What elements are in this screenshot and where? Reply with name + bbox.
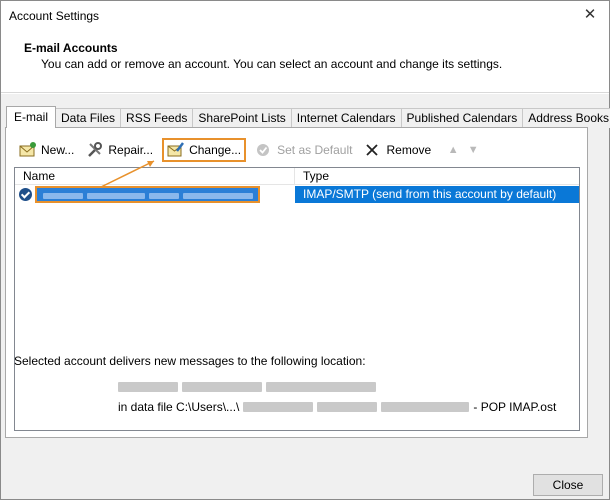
column-name-header[interactable]: Name xyxy=(15,168,295,185)
tab-bar: E-mail Data Files RSS Feeds SharePoint L… xyxy=(6,106,610,128)
title-bar: Account Settings ✕ xyxy=(1,1,609,31)
new-mail-icon xyxy=(19,141,37,159)
account-toolbar: New... Repair... Change... Set as Defaul… xyxy=(16,138,486,162)
remove-button[interactable]: Remove xyxy=(361,138,434,162)
data-file-redacted xyxy=(243,402,470,412)
list-header: Name Type xyxy=(15,168,579,185)
section-description: You can add or remove an account. You ca… xyxy=(41,57,503,71)
set-as-default-button[interactable]: Set as Default xyxy=(252,138,355,162)
window-title: Account Settings xyxy=(9,9,100,23)
remove-label: Remove xyxy=(386,143,432,157)
tab-published-calendars[interactable]: Published Calendars xyxy=(400,108,524,128)
tools-icon xyxy=(86,141,104,159)
table-row[interactable]: IMAP/SMTP (send from this account by def… xyxy=(15,186,579,203)
new-label: New... xyxy=(41,143,75,157)
change-settings-icon xyxy=(167,141,185,159)
tab-address-books[interactable]: Address Books xyxy=(522,108,610,128)
close-button[interactable]: Close xyxy=(533,474,603,496)
repair-button[interactable]: Repair... xyxy=(83,138,156,162)
move-up-icon[interactable]: ▲ xyxy=(446,143,460,157)
account-settings-window: Account Settings ✕ E-mail Accounts You c… xyxy=(0,0,610,500)
dialog-header: E-mail Accounts You can add or remove an… xyxy=(1,31,609,93)
data-file-prefix: in data file C:\Users\...\ xyxy=(118,400,240,414)
delivery-location-redacted xyxy=(118,382,376,392)
account-type-cell: IMAP/SMTP (send from this account by def… xyxy=(295,186,579,203)
move-down-icon[interactable]: ▼ xyxy=(466,143,480,157)
tab-internet-calendars[interactable]: Internet Calendars xyxy=(290,108,402,128)
change-label: Change... xyxy=(189,143,242,157)
repair-label: Repair... xyxy=(108,143,154,157)
tab-data-files[interactable]: Data Files xyxy=(55,108,122,128)
default-check-icon xyxy=(255,141,273,159)
account-name-cell[interactable] xyxy=(15,186,295,203)
delivery-location-description: Selected account delivers new messages t… xyxy=(14,354,366,368)
new-account-button[interactable]: New... xyxy=(16,138,77,162)
section-title: E-mail Accounts xyxy=(24,41,118,55)
data-file-suffix: - POP IMAP.ost xyxy=(473,400,557,414)
tab-email[interactable]: E-mail xyxy=(6,106,57,128)
tab-sharepoint-lists[interactable]: SharePoint Lists xyxy=(192,108,292,128)
remove-x-icon xyxy=(364,141,382,159)
dialog-body: E-mail Data Files RSS Feeds SharePoint L… xyxy=(1,94,610,499)
tab-rss-feeds[interactable]: RSS Feeds xyxy=(120,108,194,128)
close-icon[interactable]: ✕ xyxy=(581,6,599,24)
set-as-default-label: Set as Default xyxy=(277,143,353,157)
data-file-path: in data file C:\Users\...\ - POP IMAP.os… xyxy=(118,400,556,414)
account-name-redacted xyxy=(35,186,260,203)
column-type-header[interactable]: Type xyxy=(295,168,579,185)
change-button[interactable]: Change... xyxy=(162,138,247,162)
default-account-check-icon xyxy=(19,188,32,201)
